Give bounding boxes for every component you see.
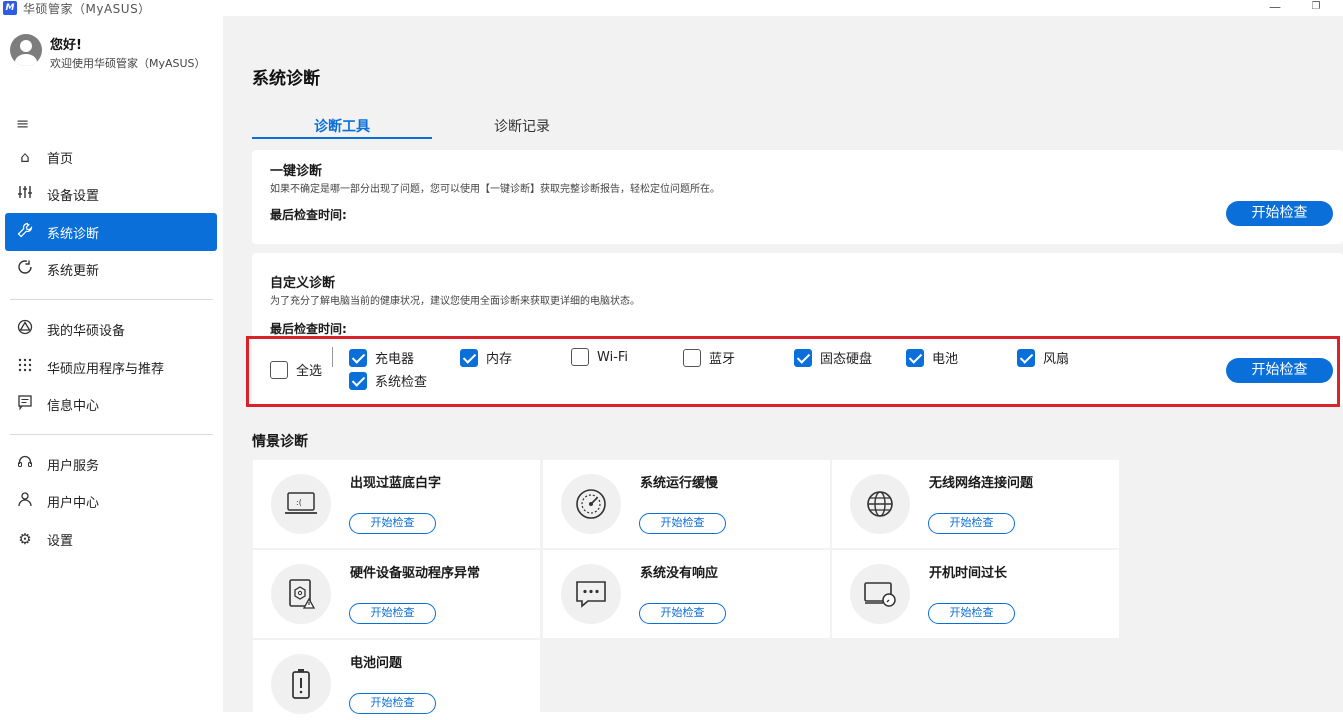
restore-icon[interactable]: ❐ [1305, 0, 1327, 14]
one-click-start-button[interactable]: 开始检查 [1226, 201, 1333, 226]
sidebar-item-label: 用户服务 [47, 458, 100, 474]
custom-last-check: 最后检查时间: [270, 322, 347, 336]
scenario-start-button[interactable]: 开始检查 [349, 693, 436, 714]
scenario-start-button[interactable]: 开始检查 [928, 513, 1015, 534]
user-icon [15, 491, 35, 511]
sidebar-item-info-center[interactable]: 信息中心 [5, 385, 217, 423]
one-click-title: 一键诊断 [270, 164, 323, 179]
speedometer-icon [561, 474, 621, 534]
avatar [10, 34, 42, 66]
apps-grid-icon [15, 357, 35, 377]
page-title: 系统诊断 [252, 69, 320, 89]
device-icon [15, 319, 35, 339]
user-profile[interactable]: 您好! 欢迎使用华硕管家（MyASUS） [10, 34, 206, 71]
sidebar-item-home[interactable]: ⌂ 首页 [5, 138, 217, 176]
message-icon [15, 394, 35, 414]
scenario-title: 出现过蓝底白字 [350, 476, 442, 491]
sidebar-item-label: 设备设置 [47, 188, 100, 204]
battery-alert-icon [271, 654, 331, 714]
sidebar-item-label: 设置 [47, 533, 74, 549]
myasus-logo-icon: M [3, 1, 17, 15]
sidebar-item-system-update[interactable]: 系统更新 [5, 250, 217, 288]
scenario-title: 系统运行缓慢 [640, 476, 719, 491]
sidebar-item-apps[interactable]: 华硕应用程序与推荐 [5, 348, 217, 386]
sidebar-item-settings[interactable]: ⚙ 设置 [5, 520, 217, 558]
sidebar-item-user-service[interactable]: 用户服务 [5, 445, 217, 483]
home-icon: ⌂ [20, 148, 30, 166]
sidebar: 您好! 欢迎使用华硕管家（MyASUS） ≡ ⌂ 首页 设备设置 系统诊断 系统… [0, 16, 223, 712]
bluescreen-glyph: :( [296, 498, 302, 507]
sidebar-item-label: 系统更新 [47, 263, 100, 279]
hamburger-menu-icon[interactable]: ≡ [16, 114, 34, 133]
sidebar-item-system-diagnosis[interactable]: 系统诊断 [5, 213, 217, 251]
boot-time-icon [850, 564, 910, 624]
sidebar-divider [10, 299, 213, 300]
scenario-card-no-response: 系统没有响应 开始检查 [543, 550, 830, 638]
scenario-start-button[interactable]: 开始检查 [639, 513, 726, 534]
sidebar-item-label: 用户中心 [47, 495, 100, 511]
sidebar-item-label: 首页 [47, 151, 74, 167]
sidebar-item-my-devices[interactable]: 我的华硕设备 [5, 310, 217, 348]
sidebar-divider [10, 434, 213, 435]
window-title: 华硕管家（MyASUS） [23, 1, 151, 16]
scenario-title: 电池问题 [350, 656, 403, 671]
globe-icon [850, 474, 910, 534]
custom-title: 自定义诊断 [270, 276, 336, 291]
one-click-last-check: 最后检查时间: [270, 208, 347, 222]
scenario-title: 系统没有响应 [640, 566, 719, 581]
sliders-icon [15, 184, 35, 204]
scenario-title: 硬件设备驱动程序异常 [350, 566, 481, 581]
headset-icon [15, 454, 35, 474]
gear-icon: ⚙ [18, 530, 32, 548]
sidebar-item-label: 华硕应用程序与推荐 [47, 361, 165, 377]
scenario-start-button[interactable]: 开始检查 [349, 513, 436, 534]
scenario-card-battery: 电池问题 开始检查 [253, 640, 540, 720]
greeting: 您好! [50, 38, 82, 53]
scenario-card-wifi: 无线网络连接问题 开始检查 [832, 460, 1119, 548]
custom-description: 为了充分了解电脑当前的健康状况，建议您使用全面诊断来获取更详细的电脑状态。 [270, 296, 640, 307]
scenario-card-driver: 硬件设备驱动程序异常 开始检查 [253, 550, 540, 638]
one-click-description: 如果不确定是哪一部分出现了问题，您可以使用【一键诊断】获取完整诊断报告，轻松定位… [270, 184, 720, 195]
scenario-start-button[interactable]: 开始检查 [349, 603, 436, 624]
scenario-start-button[interactable]: 开始检查 [639, 603, 726, 624]
highlight-box [246, 336, 1340, 407]
scenario-title: 无线网络连接问题 [929, 476, 1034, 491]
tab-diagnosis-tools[interactable]: 诊断工具 [252, 116, 432, 138]
title-bar: M 华硕管家（MyASUS） — ❐ [0, 0, 1343, 16]
sidebar-item-label: 我的华硕设备 [47, 323, 126, 339]
one-click-diagnosis-card: 一键诊断 如果不确定是哪一部分出现了问题，您可以使用【一键诊断】获取完整诊断报告… [252, 150, 1343, 244]
bluescreen-laptop-icon: :( [271, 474, 331, 534]
scenario-title: 开机时间过长 [929, 566, 1008, 581]
scenario-card-slow: 系统运行缓慢 开始检查 [543, 460, 830, 548]
scenario-section-title: 情景诊断 [252, 434, 308, 450]
driver-warning-icon [271, 564, 331, 624]
sidebar-item-user-center[interactable]: 用户中心 [5, 482, 217, 520]
scenario-card-boot-time: 开机时间过长 开始检查 [832, 550, 1119, 638]
chat-dots-icon [561, 564, 621, 624]
scenario-start-button[interactable]: 开始检查 [928, 603, 1015, 624]
sidebar-item-label: 信息中心 [47, 398, 100, 414]
wrench-icon [15, 222, 35, 242]
tab-underline [252, 137, 432, 139]
minimize-icon[interactable]: — [1264, 0, 1286, 14]
welcome-text: 欢迎使用华硕管家（MyASUS） [50, 57, 206, 70]
sidebar-item-device-settings[interactable]: 设备设置 [5, 175, 217, 213]
tab-diagnosis-records[interactable]: 诊断记录 [432, 116, 612, 138]
sidebar-item-label: 系统诊断 [47, 226, 100, 242]
update-icon [15, 259, 35, 279]
scenario-card-bluescreen: :( 出现过蓝底白字 开始检查 [253, 460, 540, 548]
